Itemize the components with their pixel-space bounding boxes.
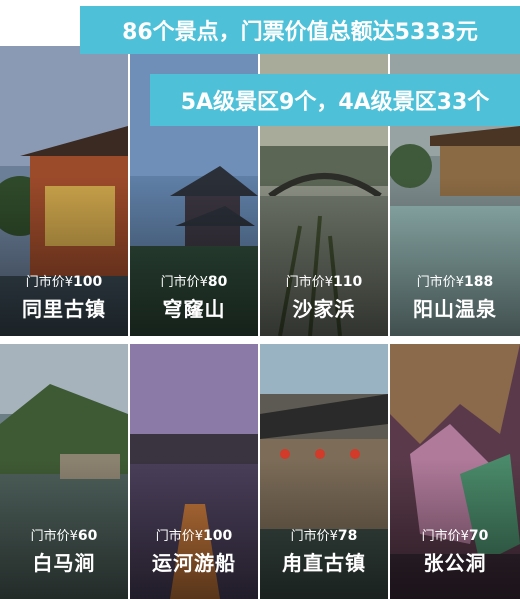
price-label: 门市价¥80 <box>130 271 258 290</box>
attraction-name: 甪直古镇 <box>282 551 366 575</box>
price-label: 门市价¥188 <box>390 271 520 290</box>
attraction-name: 穹窿山 <box>162 297 226 321</box>
attraction-card-baimajian[interactable]: 门市价¥60 白马涧 <box>0 344 128 599</box>
price-value: 80 <box>207 274 228 290</box>
price-prefix: 门市价¥ <box>155 529 204 544</box>
price-prefix: 门市价¥ <box>421 529 469 544</box>
attraction-card-tongli[interactable]: 门市价¥100 同里古镇 <box>0 46 128 336</box>
headline-text: 86个景点，门票价值总额达5333元 <box>122 20 478 45</box>
subheadline-text: 5A级景区9个，4A级景区33个 <box>180 90 490 115</box>
price-prefix: 门市价¥ <box>285 275 334 290</box>
price-value: 100 <box>203 528 233 544</box>
attraction-name: 张公洞 <box>423 551 487 575</box>
price-prefix: 门市价¥ <box>290 529 338 544</box>
price-value: 78 <box>337 528 358 544</box>
attraction-card-zhanggong[interactable]: 门市价¥70 张公洞 <box>390 344 520 599</box>
price-prefix: 门市价¥ <box>25 275 74 290</box>
price-value: 188 <box>464 274 494 290</box>
price-label: 门市价¥100 <box>0 271 128 290</box>
attraction-name: 沙家浜 <box>292 297 356 321</box>
price-prefix: 门市价¥ <box>160 275 208 290</box>
attraction-grid: 门市价¥100 同里古镇 门市价¥80 穹窿山 门市价¥110 沙家浜 门市价¥… <box>0 46 520 599</box>
price-value: 70 <box>468 528 489 544</box>
attraction-card-yunhe[interactable]: 门市价¥100 运河游船 <box>130 344 258 599</box>
headline-banner: 86个景点，门票价值总额达5333元 <box>80 6 520 54</box>
price-label: 门市价¥110 <box>260 271 388 290</box>
price-label: 门市价¥70 <box>390 525 520 544</box>
attraction-name: 白马涧 <box>32 551 96 575</box>
price-value: 100 <box>73 274 103 290</box>
attraction-card-luzhi[interactable]: 门市价¥78 甪直古镇 <box>260 344 388 599</box>
price-prefix: 门市价¥ <box>30 529 78 544</box>
subheadline-banner: 5A级景区9个，4A级景区33个 <box>150 74 520 126</box>
attraction-name: 阳山温泉 <box>413 297 497 321</box>
price-value: 60 <box>77 528 98 544</box>
attraction-name: 同里古镇 <box>22 297 106 321</box>
price-label: 门市价¥60 <box>0 525 128 544</box>
price-value: 110 <box>333 274 363 290</box>
attraction-name: 运河游船 <box>152 551 236 575</box>
price-prefix: 门市价¥ <box>416 275 465 290</box>
price-label: 门市价¥78 <box>260 525 388 544</box>
price-label: 门市价¥100 <box>130 525 258 544</box>
